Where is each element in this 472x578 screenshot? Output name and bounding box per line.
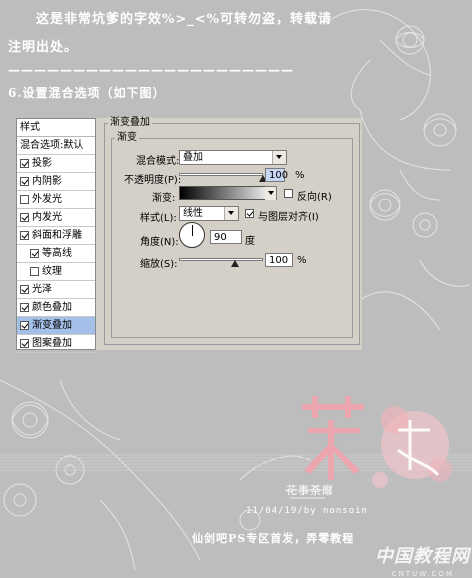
- style-item-checkbox[interactable]: [20, 339, 29, 348]
- angle-input[interactable]: 90: [210, 230, 242, 244]
- style-label: 样式(L):: [140, 213, 177, 224]
- style-item[interactable]: 内发光: [17, 209, 95, 227]
- chevron-down-icon: [224, 207, 238, 220]
- signature-line-1: 花事荼靡: [286, 484, 334, 497]
- gradient-label: 渐变:: [152, 193, 176, 204]
- signature-line-2: 11/04/19/by nonsoin: [246, 506, 368, 516]
- scale-unit: %: [297, 255, 307, 266]
- style-item-label: 光泽: [32, 284, 52, 295]
- style-item-checkbox[interactable]: [20, 159, 29, 168]
- chevron-down-icon: [265, 187, 276, 200]
- logo-art: [302, 396, 452, 488]
- style-item-label: 等高线: [42, 248, 72, 259]
- scale-input[interactable]: 100: [265, 253, 293, 267]
- style-item[interactable]: 光泽: [17, 281, 95, 299]
- style-item-checkbox[interactable]: [20, 321, 29, 330]
- style-item-checkbox[interactable]: [20, 231, 29, 240]
- style-select[interactable]: 线性: [179, 206, 239, 221]
- style-item-checkbox[interactable]: [30, 267, 39, 276]
- blend-options-label: 混合选项:默认: [20, 140, 84, 151]
- style-item[interactable]: 纹理: [17, 263, 95, 281]
- angle-label: 角度(N):: [140, 237, 179, 248]
- watermark-brand: 中国教程网: [375, 546, 470, 567]
- style-item-label: 外发光: [32, 194, 62, 205]
- tagline: 仙剑吧PS专区首发，弄零教程: [192, 532, 355, 545]
- style-item-label: 图案叠加: [32, 338, 72, 349]
- gradient-overlay-title: 渐变叠加: [108, 117, 152, 129]
- blend-mode-select[interactable]: 叠加: [179, 150, 287, 165]
- intro-text-line-2: 注明出处。: [8, 40, 79, 55]
- blend-options-item[interactable]: 混合选项:默认: [17, 137, 95, 155]
- style-item[interactable]: 内阴影: [17, 173, 95, 191]
- chevron-down-icon: [272, 151, 286, 164]
- style-item-checkbox[interactable]: [20, 285, 29, 294]
- style-item-label: 纹理: [42, 266, 62, 277]
- reverse-checkbox[interactable]: [284, 189, 293, 198]
- reverse-label: 反向(R): [297, 192, 332, 203]
- scale-label: 缩放(S):: [140, 259, 178, 270]
- opacity-slider[interactable]: [179, 173, 263, 176]
- style-item[interactable]: 图案叠加: [17, 335, 95, 353]
- style-item-checkbox[interactable]: [20, 195, 29, 204]
- blend-mode-value: 叠加: [183, 152, 203, 163]
- align-with-layer-checkbox[interactable]: [245, 209, 254, 218]
- style-item[interactable]: 外发光: [17, 191, 95, 209]
- style-item-checkbox[interactable]: [20, 213, 29, 222]
- angle-unit: 度: [245, 236, 255, 247]
- angle-dial-needle: [192, 225, 193, 236]
- layer-style-dialog: 样式 混合选项:默认 投影 内阴影 外发光 内发光 斜面和浮雕 等高线 纹理 光泽 颜色叠加 渐变…: [16, 117, 362, 353]
- gradient-picker[interactable]: [179, 186, 275, 200]
- style-item[interactable]: 渐变叠加: [17, 317, 95, 335]
- style-item[interactable]: 斜面和浮雕: [17, 227, 95, 245]
- gradient-dropdown[interactable]: [265, 186, 277, 200]
- step-title: 6.设置混合选项（如下图）: [8, 86, 166, 100]
- style-item-checkbox[interactable]: [20, 303, 29, 312]
- scale-slider-thumb[interactable]: [231, 260, 240, 267]
- opacity-input[interactable]: 100: [265, 168, 288, 182]
- style-value: 线性: [183, 208, 203, 219]
- style-item[interactable]: 颜色叠加: [17, 299, 95, 317]
- separator-dashes: ——————————————————————: [8, 63, 294, 77]
- intro-text-line-1: 这是非常坑爹的字效%>_<%可转勿盗，转载请: [36, 12, 332, 27]
- blend-mode-label: 混合模式:: [136, 156, 180, 167]
- watermark-sub: CNTUW.COM: [391, 570, 454, 578]
- style-item-label: 内阴影: [32, 176, 62, 187]
- styles-list: 样式 混合选项:默认 投影内阴影外发光内发光斜面和浮雕等高线纹理光泽颜色叠加渐变…: [16, 118, 96, 353]
- style-item[interactable]: 等高线: [17, 245, 95, 263]
- style-item-checkbox[interactable]: [20, 177, 29, 186]
- style-item-checkbox[interactable]: [30, 249, 39, 258]
- align-with-layer-label: 与图层对齐(I): [258, 212, 319, 223]
- style-item[interactable]: 投影: [17, 155, 95, 173]
- style-item-label: 斜面和浮雕: [32, 230, 82, 241]
- scale-slider[interactable]: [179, 258, 263, 261]
- style-item-label: 投影: [32, 158, 52, 169]
- opacity-label: 不透明度(P):: [124, 175, 182, 186]
- style-item-label: 内发光: [32, 212, 62, 223]
- opacity-unit: %: [295, 170, 305, 181]
- style-item-label: 颜色叠加: [32, 302, 72, 313]
- angle-dial[interactable]: [179, 222, 205, 248]
- gradient-subgroup-title: 渐变: [115, 132, 139, 144]
- styles-header[interactable]: 样式: [17, 119, 95, 137]
- style-item-label: 渐变叠加: [32, 320, 72, 331]
